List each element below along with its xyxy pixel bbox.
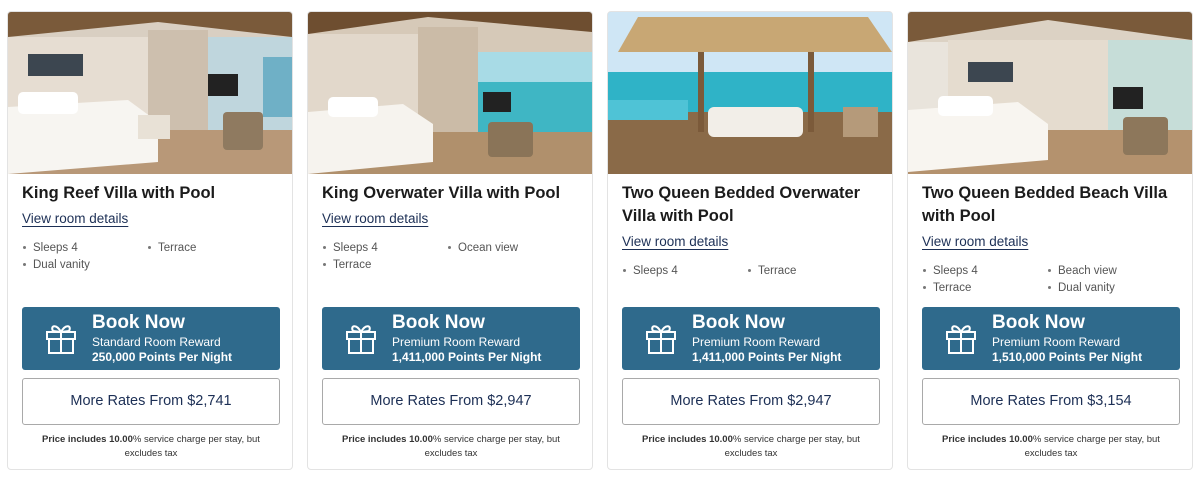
view-room-details-link[interactable]: View room details	[922, 234, 1028, 249]
room-card: Two Queen Bedded Beach Villa with Pool V…	[907, 11, 1193, 470]
room-card: Two Queen Bedded Overwater Villa with Po…	[607, 11, 893, 470]
room-title: King Reef Villa with Pool	[22, 184, 216, 202]
price-note: Price includes 10.00% service charge per…	[922, 433, 1180, 461]
book-now-button[interactable]: Book Now Standard Room Reward 250,000 Po…	[22, 307, 280, 370]
amenity-item: Dual vanity	[22, 258, 147, 272]
book-now-label: Book Now	[92, 312, 185, 333]
amenities-list: Sleeps 4 Terrace Dual vanity	[22, 241, 284, 272]
gift-icon	[946, 325, 976, 354]
gift-icon	[346, 325, 376, 354]
book-now-button[interactable]: Book Now Premium Room Reward 1,411,000 P…	[622, 307, 880, 370]
overwater-deck-image	[608, 12, 892, 174]
room-title: Two Queen Bedded Overwater Villa with Po…	[622, 184, 861, 225]
more-rates-button[interactable]: More Rates From $2,947	[622, 378, 880, 425]
price-note-rest: % service charge per stay, but excludes …	[424, 434, 560, 459]
gift-icon	[646, 325, 676, 354]
room-results-grid: King Reef Villa with Pool View room deta…	[0, 0, 1200, 479]
room-photo[interactable]	[308, 12, 592, 174]
amenity-item: Sleeps 4	[322, 241, 447, 255]
view-room-details-link[interactable]: View room details	[622, 234, 728, 249]
amenity-item: Beach view	[1047, 264, 1172, 278]
points-per-night: 1,510,000 Points Per Night	[992, 350, 1143, 364]
reward-type: Standard Room Reward	[92, 335, 221, 349]
price-note-bold: Price includes 10.00	[642, 434, 733, 445]
more-rates-button[interactable]: More Rates From $2,741	[22, 378, 280, 425]
amenity-item: Terrace	[147, 241, 272, 255]
room-photo[interactable]	[608, 12, 892, 174]
book-now-label: Book Now	[392, 312, 485, 333]
price-note-rest: % service charge per stay, but excludes …	[1024, 434, 1160, 459]
amenity-item: Sleeps 4	[622, 264, 747, 278]
price-note-rest: % service charge per stay, but excludes …	[724, 434, 860, 459]
price-note-rest: % service charge per stay, but excludes …	[124, 434, 260, 459]
beach-villa-bedroom-image	[908, 12, 1192, 174]
amenity-item: Terrace	[322, 258, 447, 272]
price-note-bold: Price includes 10.00	[42, 434, 133, 445]
amenities-list: Sleeps 4 Terrace	[622, 264, 884, 278]
amenity-item: Sleeps 4	[22, 241, 147, 255]
room-photo[interactable]	[908, 12, 1192, 174]
more-rates-button[interactable]: More Rates From $3,154	[922, 378, 1180, 425]
room-title: King Overwater Villa with Pool	[322, 184, 561, 202]
amenities-list: Sleeps 4 Beach view Terrace Dual vanity	[922, 264, 1184, 295]
book-now-button[interactable]: Book Now Premium Room Reward 1,411,000 P…	[322, 307, 580, 370]
price-note: Price includes 10.00% service charge per…	[622, 433, 880, 461]
overwater-bedroom-image	[308, 12, 592, 174]
villa-bedroom-image	[8, 12, 292, 174]
price-note-bold: Price includes 10.00	[942, 434, 1033, 445]
reward-type: Premium Room Reward	[392, 335, 521, 349]
more-rates-button[interactable]: More Rates From $2,947	[322, 378, 580, 425]
points-per-night: 250,000 Points Per Night	[92, 350, 233, 364]
room-title: Two Queen Bedded Beach Villa with Pool	[922, 184, 1168, 225]
points-per-night: 1,411,000 Points Per Night	[692, 350, 842, 364]
view-room-details-link[interactable]: View room details	[322, 211, 428, 226]
book-now-label: Book Now	[992, 312, 1085, 333]
view-room-details-link[interactable]: View room details	[22, 211, 128, 226]
reward-type: Premium Room Reward	[992, 335, 1121, 349]
price-note: Price includes 10.00% service charge per…	[322, 433, 580, 461]
amenity-item: Sleeps 4	[922, 264, 1047, 278]
amenity-item: Terrace	[922, 281, 1047, 295]
amenity-item: Terrace	[747, 264, 872, 278]
reward-type: Premium Room Reward	[692, 335, 821, 349]
points-per-night: 1,411,000 Points Per Night	[392, 350, 542, 364]
amenity-item: Ocean view	[447, 241, 572, 255]
gift-icon	[46, 325, 76, 354]
amenities-list: Sleeps 4 Ocean view Terrace	[322, 241, 584, 272]
amenity-item: Dual vanity	[1047, 281, 1172, 295]
room-card: King Overwater Villa with Pool View room…	[307, 11, 593, 470]
room-card: King Reef Villa with Pool View room deta…	[7, 11, 293, 470]
price-note: Price includes 10.00% service charge per…	[22, 433, 280, 461]
book-now-button[interactable]: Book Now Premium Room Reward 1,510,000 P…	[922, 307, 1180, 370]
price-note-bold: Price includes 10.00	[342, 434, 433, 445]
book-now-label: Book Now	[692, 312, 785, 333]
room-photo[interactable]	[8, 12, 292, 174]
